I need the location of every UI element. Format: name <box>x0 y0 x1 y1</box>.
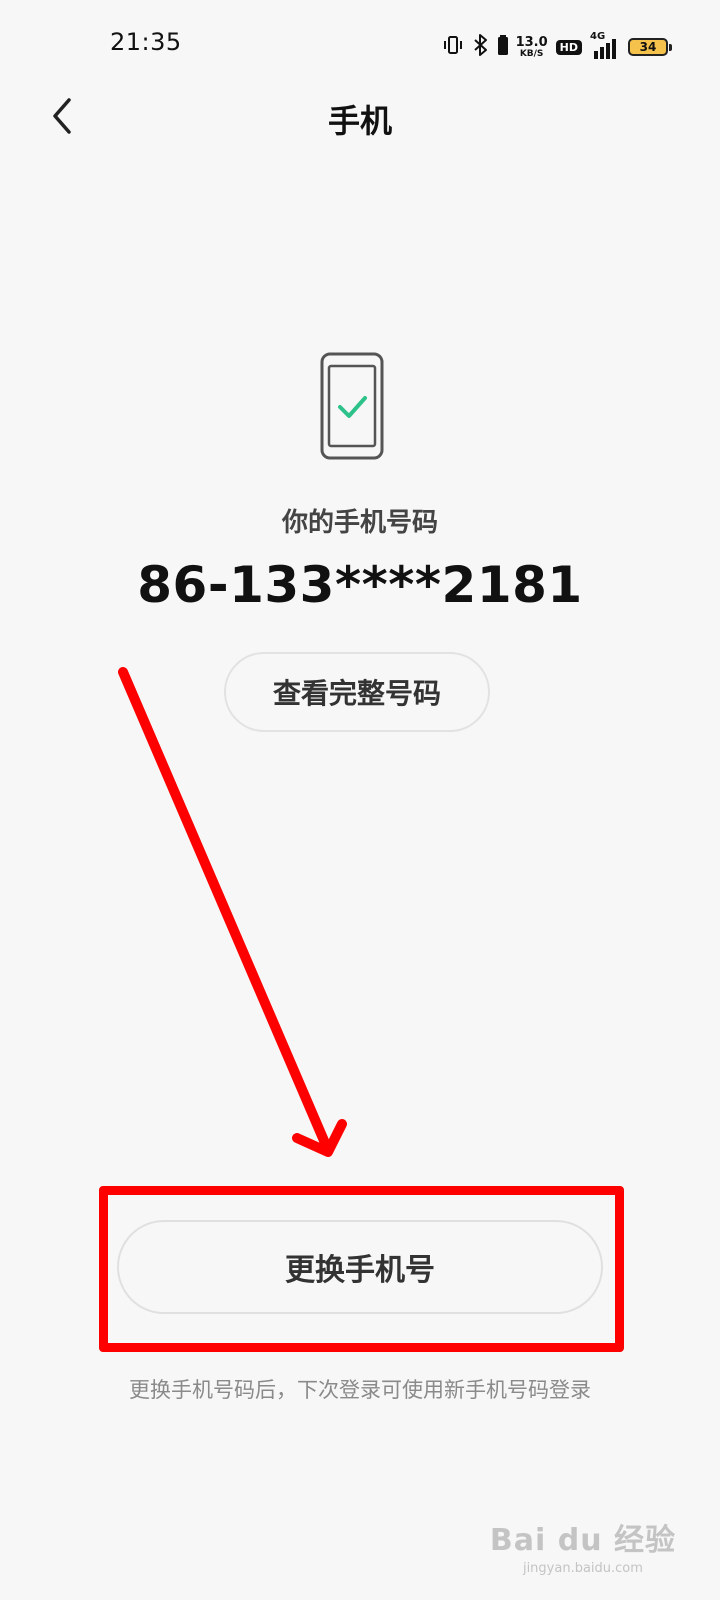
status-time: 21:35 <box>110 28 182 56</box>
view-full-number-button[interactable]: 查看完整号码 <box>224 652 490 732</box>
phone-label: 你的手机号码 <box>281 508 438 538</box>
change-phone-button[interactable]: 更换手机号 <box>117 1220 603 1314</box>
hd-badge: HD <box>555 39 582 55</box>
watermark-url: jingyan.baidu.com <box>522 1561 643 1576</box>
vibrate-icon <box>442 34 464 60</box>
change-phone-hint: 更换手机号码后，下次登录可使用新手机号码登录 <box>129 1378 591 1402</box>
network-type-label: 4G <box>590 31 606 42</box>
annotation-arrow <box>118 667 347 1157</box>
phone-check-icon <box>318 352 386 460</box>
signal-icon: 4G <box>590 31 620 59</box>
phone-number: 86-133****2181 <box>137 556 583 614</box>
bluetooth-icon <box>472 34 490 60</box>
watermark-logo: Bai du 经验 <box>489 1523 676 1558</box>
page-title: 手机 <box>327 102 392 140</box>
nav-bar: 手机 <box>0 80 720 152</box>
small-battery-icon <box>497 35 508 59</box>
net-speed-unit: KB/S <box>519 48 544 59</box>
net-speed-value: 13.0 <box>515 34 548 50</box>
battery-indicator: 34 <box>628 38 672 56</box>
net-speed: 13.0 KB/S <box>516 36 548 59</box>
baidu-watermark: Bai du 经验 jingyan.baidu.com <box>490 1515 676 1576</box>
status-icons: 13.0 KB/S HD 4G 34 <box>442 31 672 62</box>
status-bar: 21:35 13.0 KB/S HD 4G 34 <box>0 0 720 92</box>
